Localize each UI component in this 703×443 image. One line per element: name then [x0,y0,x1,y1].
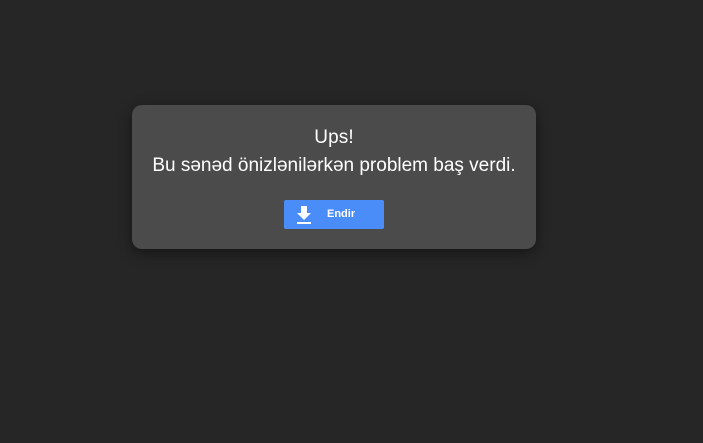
dialog-title: Ups! [314,127,354,148]
download-button-label: Endir [327,208,356,220]
dialog-message: Bu sənəd önizlənilərkən problem baş verd… [152,155,516,176]
error-dialog: Ups! Bu sənəd önizlənilərkən problem baş… [132,105,536,249]
download-icon [297,206,311,224]
download-button[interactable]: Endir [284,200,384,229]
